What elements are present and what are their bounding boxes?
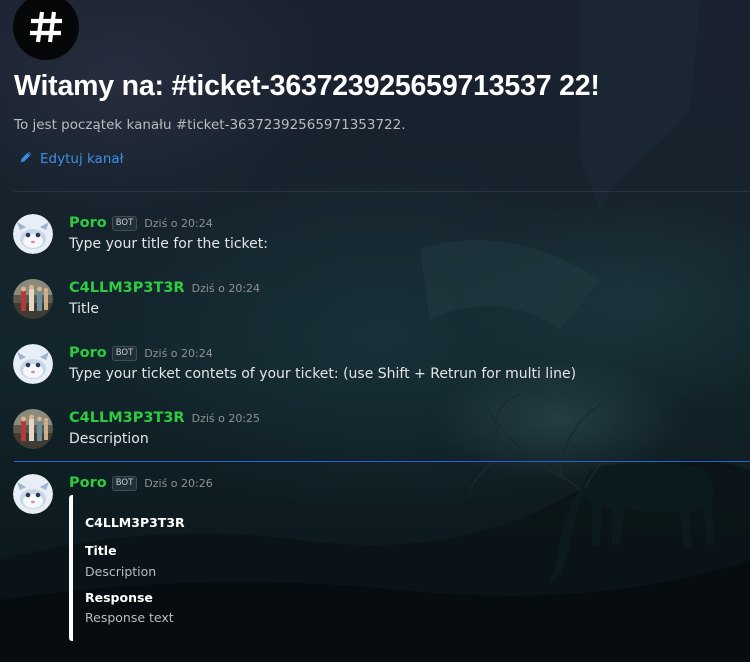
poro-avatar-icon[interactable] (13, 214, 53, 254)
embed-field-value: Description (85, 564, 157, 579)
bot-tag: BOT (111, 215, 138, 231)
username[interactable]: C4LLM3P3T3R (69, 410, 185, 426)
bot-tag: BOT (111, 345, 138, 361)
edit-channel-button[interactable]: Edytuj kanał (19, 150, 124, 168)
embed-field-name: Response (85, 590, 153, 605)
user-avatar-icon[interactable] (13, 279, 53, 319)
message-text: Title (69, 301, 100, 317)
timestamp: Dziś o 20:24 (191, 281, 261, 295)
pencil-icon (19, 150, 33, 168)
username[interactable]: C4LLM3P3T3R (69, 280, 185, 296)
timestamp: Dziś o 20:25 (191, 411, 261, 425)
message-text: Type your ticket contets of your ticket:… (69, 366, 577, 382)
timestamp: Dziś o 20:24 (144, 216, 213, 230)
welcome-subtitle: To jest początek kanału #ticket-36372392… (14, 117, 406, 133)
new-messages-divider (14, 461, 750, 462)
embed-author: C4LLM3P3T3R (85, 515, 185, 530)
ticket-embed: C4LLM3P3T3R Title Description Response R… (69, 495, 253, 641)
embed-field-value: Response text (85, 610, 174, 625)
username[interactable]: Poro (69, 215, 107, 231)
username[interactable]: Poro (69, 345, 107, 361)
poro-avatar-icon[interactable] (13, 344, 53, 384)
bot-tag: BOT (111, 475, 138, 491)
user-avatar-icon[interactable] (13, 409, 53, 449)
timestamp: Dziś o 20:24 (144, 346, 213, 360)
timestamp: Dziś o 20:26 (144, 476, 213, 490)
channel-hashtag-icon (13, 0, 79, 60)
welcome-title: Witamy na: #ticket-363723925659713537 22… (14, 70, 600, 102)
message-text: Type your title for the ticket: (69, 236, 268, 252)
username[interactable]: Poro (69, 475, 107, 491)
edit-channel-label: Edytuj kanał (40, 151, 124, 167)
message-text: Description (69, 431, 149, 447)
poro-avatar-icon[interactable] (13, 474, 53, 514)
welcome-divider (14, 191, 750, 192)
embed-field-name: Title (85, 543, 117, 558)
